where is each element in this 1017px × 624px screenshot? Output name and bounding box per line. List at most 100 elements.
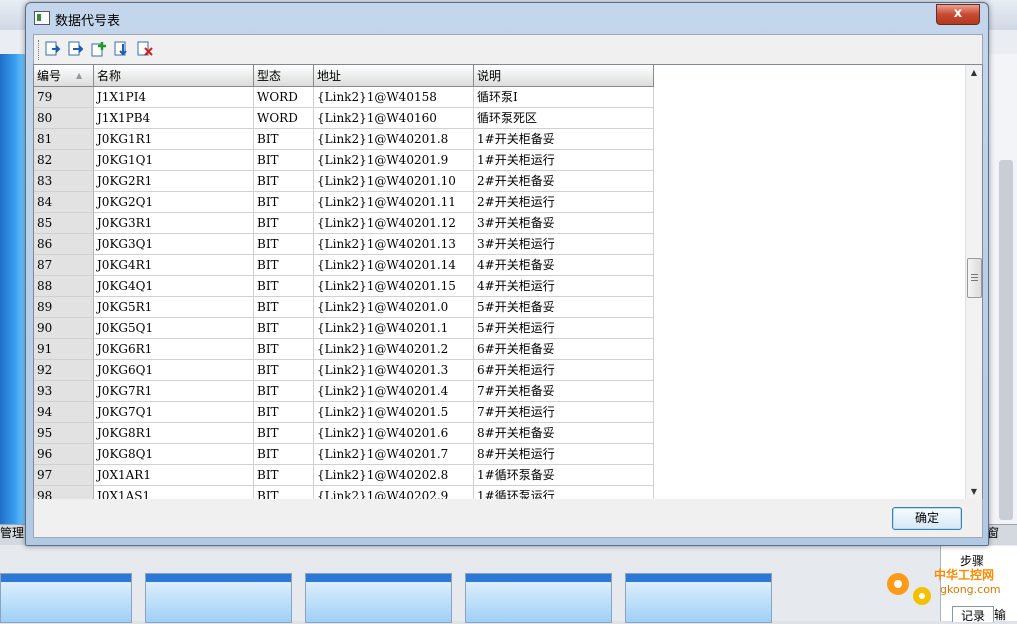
table-row[interactable]: 98 J0X1AS1 BIT {Link2}1@W40202.9 1#循环泵运行 bbox=[34, 486, 654, 500]
cell-id[interactable]: 88 bbox=[34, 276, 94, 297]
cell-addr[interactable]: {Link2}1@W40201.7 bbox=[314, 444, 474, 465]
cell-desc[interactable]: 7#开关柜备妥 bbox=[474, 381, 654, 402]
table-row[interactable]: 88 J0KG4Q1 BIT {Link2}1@W40201.15 4#开关柜运行 bbox=[34, 276, 654, 297]
cell-desc[interactable]: 3#开关柜运行 bbox=[474, 234, 654, 255]
cell-type[interactable]: WORD bbox=[254, 87, 314, 108]
cell-type[interactable]: BIT bbox=[254, 297, 314, 318]
cell-desc[interactable]: 8#开关柜备妥 bbox=[474, 423, 654, 444]
screen-thumbnail-3[interactable] bbox=[305, 573, 452, 623]
cell-id[interactable]: 89 bbox=[34, 297, 94, 318]
column-header-address[interactable]: 地址 bbox=[314, 65, 474, 87]
cell-type[interactable]: BIT bbox=[254, 486, 314, 500]
background-scrollbar[interactable] bbox=[999, 160, 1013, 520]
column-header-name[interactable]: 名称 bbox=[94, 65, 254, 87]
cell-desc[interactable]: 7#开关柜运行 bbox=[474, 402, 654, 423]
column-header-id[interactable]: 编号 ▲ bbox=[34, 65, 94, 87]
cell-desc[interactable]: 1#循环泵运行 bbox=[474, 486, 654, 500]
cell-addr[interactable]: {Link2}1@W40201.10 bbox=[314, 171, 474, 192]
cell-addr[interactable]: {Link2}1@W40201.2 bbox=[314, 339, 474, 360]
cell-name[interactable]: J0KG3R1 bbox=[94, 213, 254, 234]
column-header-description[interactable]: 说明 bbox=[474, 65, 654, 87]
cell-name[interactable]: J0KG2Q1 bbox=[94, 192, 254, 213]
cell-desc[interactable]: 1#开关柜备妥 bbox=[474, 129, 654, 150]
scroll-up-button[interactable]: ▲ bbox=[966, 65, 982, 81]
cell-id[interactable]: 92 bbox=[34, 360, 94, 381]
cell-name[interactable]: J0X1AR1 bbox=[94, 465, 254, 486]
cell-desc[interactable]: 循环泵I bbox=[474, 87, 654, 108]
table-row[interactable]: 91 J0KG6R1 BIT {Link2}1@W40201.2 6#开关柜备妥 bbox=[34, 339, 654, 360]
screen-thumbnail-1[interactable] bbox=[0, 573, 132, 623]
cell-name[interactable]: J0KG5R1 bbox=[94, 297, 254, 318]
cell-desc[interactable]: 5#开关柜备妥 bbox=[474, 297, 654, 318]
tab-output[interactable]: 输 bbox=[994, 606, 1017, 621]
insert-before-icon[interactable] bbox=[44, 40, 62, 58]
cell-name[interactable]: J0KG6R1 bbox=[94, 339, 254, 360]
cell-desc[interactable]: 1#循环泵备妥 bbox=[474, 465, 654, 486]
scroll-down-button[interactable]: ▼ bbox=[966, 484, 982, 500]
cell-addr[interactable]: {Link2}1@W40201.9 bbox=[314, 150, 474, 171]
cell-id[interactable]: 83 bbox=[34, 171, 94, 192]
cell-name[interactable]: J0KG7Q1 bbox=[94, 402, 254, 423]
cell-type[interactable]: BIT bbox=[254, 360, 314, 381]
delete-icon[interactable] bbox=[136, 40, 154, 58]
table-row[interactable]: 90 J0KG5Q1 BIT {Link2}1@W40201.1 5#开关柜运行 bbox=[34, 318, 654, 339]
cell-id[interactable]: 98 bbox=[34, 486, 94, 500]
cell-id[interactable]: 86 bbox=[34, 234, 94, 255]
cell-id[interactable]: 79 bbox=[34, 87, 94, 108]
cell-type[interactable]: BIT bbox=[254, 276, 314, 297]
screen-thumbnail-2[interactable] bbox=[145, 573, 292, 623]
cell-id[interactable]: 87 bbox=[34, 255, 94, 276]
cell-addr[interactable]: {Link2}1@W40201.11 bbox=[314, 192, 474, 213]
add-new-icon[interactable] bbox=[90, 40, 108, 58]
cell-type[interactable]: BIT bbox=[254, 318, 314, 339]
cell-addr[interactable]: {Link2}1@W40158 bbox=[314, 87, 474, 108]
cell-id[interactable]: 96 bbox=[34, 444, 94, 465]
cell-name[interactable]: J0KG8R1 bbox=[94, 423, 254, 444]
cell-name[interactable]: J0KG8Q1 bbox=[94, 444, 254, 465]
cell-id[interactable]: 85 bbox=[34, 213, 94, 234]
cell-id[interactable]: 97 bbox=[34, 465, 94, 486]
table-row[interactable]: 83 J0KG2R1 BIT {Link2}1@W40201.10 2#开关柜备妥 bbox=[34, 171, 654, 192]
cell-type[interactable]: BIT bbox=[254, 213, 314, 234]
cell-id[interactable]: 90 bbox=[34, 318, 94, 339]
table-row[interactable]: 92 J0KG6Q1 BIT {Link2}1@W40201.3 6#开关柜运行 bbox=[34, 360, 654, 381]
table-row[interactable]: 97 J0X1AR1 BIT {Link2}1@W40202.8 1#循环泵备妥 bbox=[34, 465, 654, 486]
cell-desc[interactable]: 3#开关柜备妥 bbox=[474, 213, 654, 234]
table-row[interactable]: 81 J0KG1R1 BIT {Link2}1@W40201.8 1#开关柜备妥 bbox=[34, 129, 654, 150]
cell-addr[interactable]: {Link2}1@W40201.3 bbox=[314, 360, 474, 381]
cell-type[interactable]: BIT bbox=[254, 465, 314, 486]
cell-name[interactable]: J0KG4Q1 bbox=[94, 276, 254, 297]
table-row[interactable]: 82 J0KG1Q1 BIT {Link2}1@W40201.9 1#开关柜运行 bbox=[34, 150, 654, 171]
cell-addr[interactable]: {Link2}1@W40201.5 bbox=[314, 402, 474, 423]
cell-desc[interactable]: 4#开关柜运行 bbox=[474, 276, 654, 297]
cell-name[interactable]: J0KG1R1 bbox=[94, 129, 254, 150]
ok-button[interactable]: 确定 bbox=[892, 507, 962, 530]
cell-addr[interactable]: {Link2}1@W40201.15 bbox=[314, 276, 474, 297]
insert-after-icon[interactable] bbox=[67, 40, 85, 58]
cell-addr[interactable]: {Link2}1@W40201.1 bbox=[314, 318, 474, 339]
cell-type[interactable]: BIT bbox=[254, 444, 314, 465]
cell-type[interactable]: BIT bbox=[254, 423, 314, 444]
cell-addr[interactable]: {Link2}1@W40201.8 bbox=[314, 129, 474, 150]
cell-type[interactable]: BIT bbox=[254, 402, 314, 423]
cell-id[interactable]: 94 bbox=[34, 402, 94, 423]
cell-desc[interactable]: 循环泵死区 bbox=[474, 108, 654, 129]
table-row[interactable]: 96 J0KG8Q1 BIT {Link2}1@W40201.7 8#开关柜运行 bbox=[34, 444, 654, 465]
cell-name[interactable]: J0KG5Q1 bbox=[94, 318, 254, 339]
close-button[interactable]: x bbox=[936, 4, 980, 25]
cell-id[interactable]: 80 bbox=[34, 108, 94, 129]
cell-name[interactable]: J0KG2R1 bbox=[94, 171, 254, 192]
table-row[interactable]: 84 J0KG2Q1 BIT {Link2}1@W40201.11 2#开关柜运行 bbox=[34, 192, 654, 213]
cell-addr[interactable]: {Link2}1@W40160 bbox=[314, 108, 474, 129]
cell-name[interactable]: J0KG4R1 bbox=[94, 255, 254, 276]
cell-id[interactable]: 93 bbox=[34, 381, 94, 402]
table-row[interactable]: 86 J0KG3Q1 BIT {Link2}1@W40201.13 3#开关柜运行 bbox=[34, 234, 654, 255]
table-row[interactable]: 85 J0KG3R1 BIT {Link2}1@W40201.12 3#开关柜备妥 bbox=[34, 213, 654, 234]
cell-addr[interactable]: {Link2}1@W40201.6 bbox=[314, 423, 474, 444]
table-row[interactable]: 95 J0KG8R1 BIT {Link2}1@W40201.6 8#开关柜备妥 bbox=[34, 423, 654, 444]
screen-thumbnail-4[interactable] bbox=[465, 573, 612, 623]
cell-type[interactable]: BIT bbox=[254, 150, 314, 171]
cell-addr[interactable]: {Link2}1@W40201.4 bbox=[314, 381, 474, 402]
cell-addr[interactable]: {Link2}1@W40201.14 bbox=[314, 255, 474, 276]
column-header-type[interactable]: 型态 bbox=[254, 65, 314, 87]
